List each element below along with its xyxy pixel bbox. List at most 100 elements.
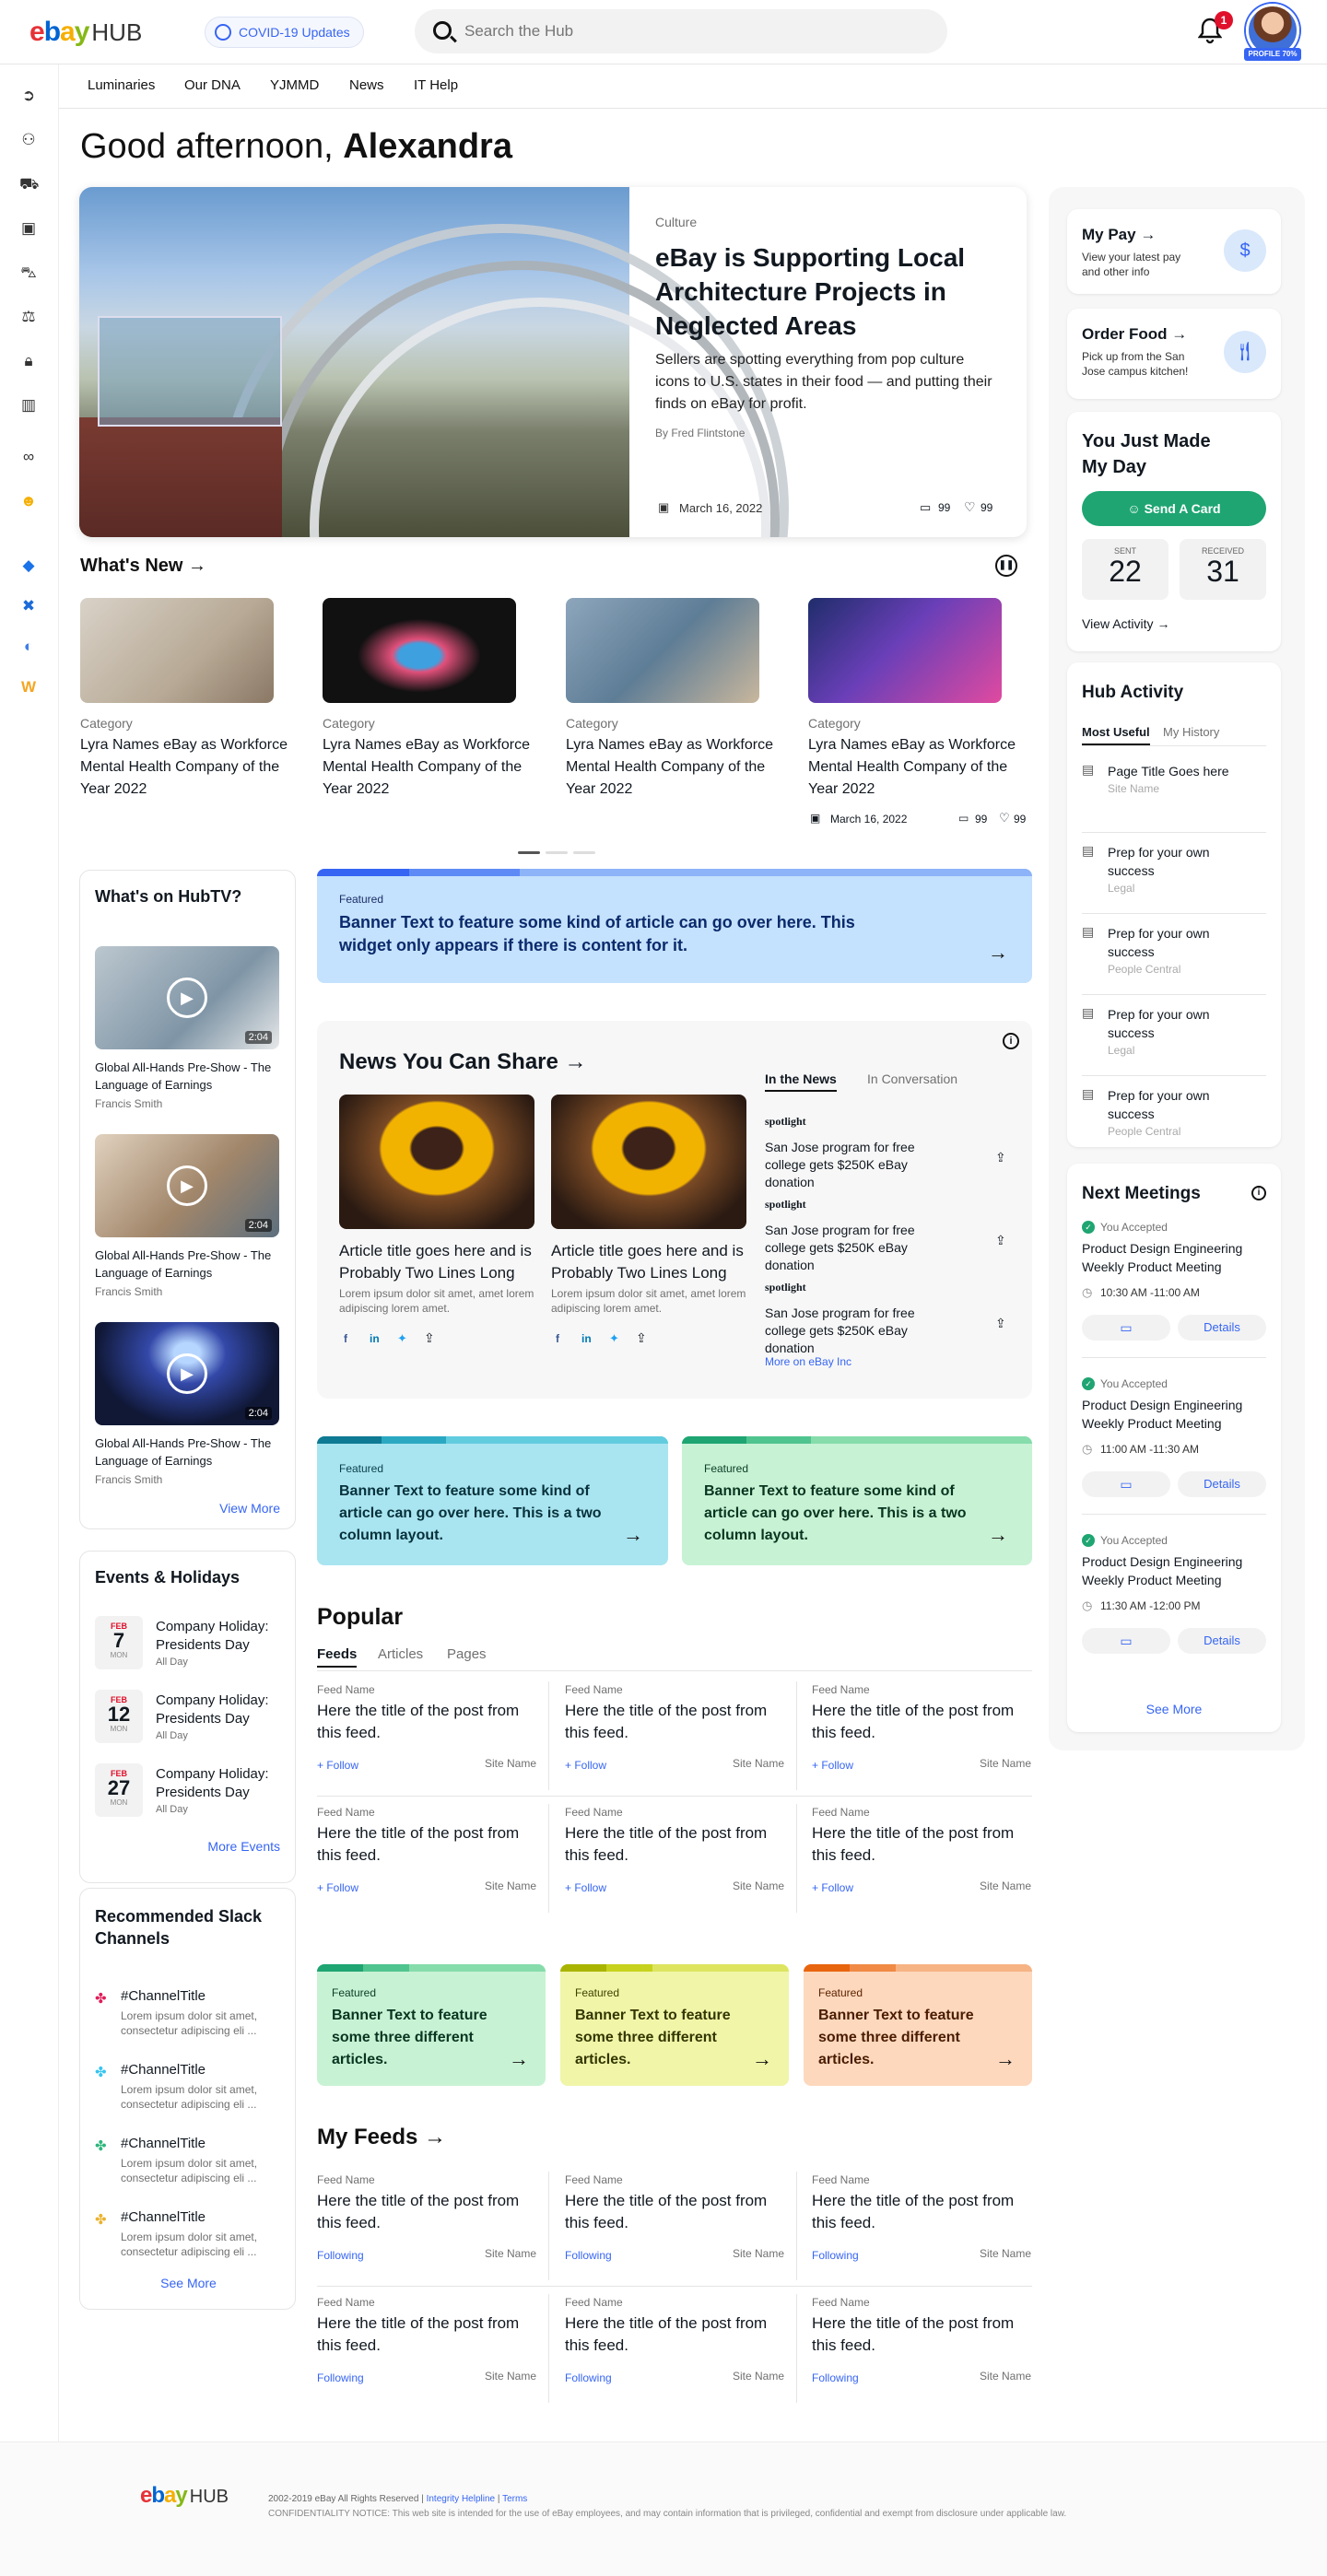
nav-luminaries[interactable]: Luminaries: [88, 77, 155, 93]
my-pay-card[interactable]: My Pay → View your latest pay and other …: [1067, 209, 1281, 294]
see-more-link[interactable]: See More: [1067, 1702, 1281, 1716]
terms-link[interactable]: Terms: [502, 2494, 527, 2504]
more-events-link[interactable]: More Events: [207, 1839, 280, 1854]
featured-banner[interactable]: Featured Banner Text to feature some kin…: [317, 1436, 668, 1565]
share-icon[interactable]: ⇪: [424, 1330, 435, 1346]
activity-item-title[interactable]: Prep for your own success: [1108, 1086, 1255, 1123]
featured-banner[interactable]: Featured Banner Text to feature some kin…: [317, 869, 1032, 983]
whats-new-image-4[interactable]: [808, 598, 1002, 703]
my-feeds-title[interactable]: My Feeds →: [317, 2125, 446, 2150]
link-icon[interactable]: ∞: [19, 448, 38, 466]
feed-post-title[interactable]: Here the title of the post from this fee…: [812, 1822, 1024, 1867]
meeting-title[interactable]: Product Design Engineering Weekly Produc…: [1082, 1396, 1266, 1433]
comment-icon[interactable]: ▭: [920, 500, 931, 515]
emoji-icon[interactable]: ☻: [19, 492, 38, 510]
event-title[interactable]: Company Holiday: Presidents Day: [156, 1765, 285, 1802]
whats-new-image-1[interactable]: [80, 598, 274, 703]
feed-post-title[interactable]: Here the title of the post from this fee…: [812, 2313, 1024, 2357]
activity-item-title[interactable]: Prep for your own success: [1108, 1005, 1255, 1042]
feed-post-title[interactable]: Here the title of the post from this fee…: [812, 1700, 1024, 1744]
info-icon[interactable]: i: [1251, 1186, 1266, 1200]
feed-post-title[interactable]: Here the title of the post from this fee…: [565, 2190, 777, 2234]
view-activity-link[interactable]: View Activity →: [1082, 616, 1169, 631]
details-button[interactable]: Details: [1178, 1628, 1266, 1654]
tab-feeds[interactable]: Feeds: [317, 1646, 358, 1668]
search-input[interactable]: [464, 9, 925, 53]
nav-yjmmd[interactable]: YJMMD: [270, 77, 319, 93]
view-more-link[interactable]: View More: [219, 1501, 280, 1516]
feed-post-title[interactable]: Here the title of the post from this fee…: [812, 2190, 1024, 2234]
follow-button[interactable]: + Follow: [812, 1881, 853, 1894]
slack-channel-name[interactable]: #ChannelTitle: [121, 2136, 206, 2151]
whats-new-title-1[interactable]: Lyra Names eBay as Workforce Mental Heal…: [80, 734, 301, 801]
news-item-title[interactable]: San Jose program for free college gets $…: [765, 1222, 940, 1274]
share-icon[interactable]: ⇪: [995, 1316, 1006, 1331]
video-title[interactable]: Global All-Hands Pre-Show - The Language…: [95, 1247, 284, 1282]
tab-my-history[interactable]: My History: [1163, 725, 1219, 739]
featured-banner[interactable]: Featured Banner Text to feature some kin…: [682, 1436, 1032, 1565]
follow-button[interactable]: Following: [565, 2249, 612, 2262]
share-icon[interactable]: ⇪: [995, 1150, 1006, 1165]
scale-icon[interactable]: ⚖: [19, 308, 38, 326]
people-icon[interactable]: ⚇: [19, 131, 38, 149]
feed-post-title[interactable]: Here the title of the post from this fee…: [317, 1822, 529, 1867]
video-call-button[interactable]: ▭: [1082, 1471, 1170, 1497]
slack-channel-name[interactable]: #ChannelTitle: [121, 2062, 206, 2078]
car-icon[interactable]: ⛍: [19, 263, 38, 282]
building-icon[interactable]: ▥: [19, 396, 38, 415]
carousel-dot-active[interactable]: [518, 851, 540, 854]
details-button[interactable]: Details: [1178, 1315, 1266, 1341]
share-icon[interactable]: ⇪: [995, 1233, 1006, 1248]
follow-button[interactable]: + Follow: [317, 1759, 358, 1772]
facebook-icon[interactable]: f: [556, 1332, 559, 1345]
feed-post-title[interactable]: Here the title of the post from this fee…: [565, 1700, 777, 1744]
linkedin-icon[interactable]: in: [370, 1332, 380, 1345]
ebay-hub-logo[interactable]: ebay HUB: [140, 2483, 229, 2509]
heart-icon[interactable]: ♡: [999, 811, 1010, 825]
tab-articles[interactable]: Articles: [378, 1646, 423, 1662]
video-thumbnail[interactable]: ▶ 2:04: [95, 946, 279, 1049]
whats-new-title-3[interactable]: Lyra Names eBay as Workforce Mental Heal…: [566, 734, 787, 801]
featured-banner[interactable]: Featured Banner Text to feature some thr…: [560, 1964, 789, 2086]
feed-post-title[interactable]: Here the title of the post from this fee…: [565, 1822, 777, 1867]
order-food-card[interactable]: Order Food → Pick up from the San Jose c…: [1067, 309, 1281, 399]
slack-channel-name[interactable]: #ChannelTitle: [121, 1988, 206, 2004]
video-title[interactable]: Global All-Hands Pre-Show - The Language…: [95, 1059, 284, 1094]
workday-icon[interactable]: W: [19, 678, 38, 697]
confluence-icon[interactable]: ✖: [19, 597, 38, 615]
video-call-button[interactable]: ▭: [1082, 1315, 1170, 1341]
send-card-button[interactable]: ☺ Send A Card: [1082, 491, 1266, 526]
linkedin-icon[interactable]: in: [581, 1332, 592, 1345]
truck-icon[interactable]: ⛟: [19, 175, 39, 193]
follow-button[interactable]: Following: [812, 2371, 859, 2384]
diamond-app-icon[interactable]: ◆: [19, 556, 38, 575]
follow-button[interactable]: Following: [812, 2249, 859, 2262]
see-more-link[interactable]: See More: [80, 2276, 297, 2290]
follow-button[interactable]: + Follow: [565, 1881, 606, 1894]
comment-icon[interactable]: ▭: [958, 812, 969, 825]
feed-post-title[interactable]: Here the title of the post from this fee…: [317, 2190, 529, 2234]
whats-new-image-2[interactable]: [323, 598, 516, 703]
feed-post-title[interactable]: Here the title of the post from this fee…: [565, 2313, 777, 2357]
news-card-title[interactable]: Article title goes here and is Probably …: [551, 1240, 749, 1284]
carousel-dot[interactable]: [573, 851, 595, 854]
featured-banner[interactable]: Featured Banner Text to feature some thr…: [317, 1964, 546, 2086]
arrow-right-circle-icon[interactable]: ➲: [19, 87, 38, 105]
carousel-dot[interactable]: [546, 851, 568, 854]
lock-icon[interactable]: 🔒︎: [19, 352, 38, 370]
video-call-button[interactable]: ▭: [1082, 1628, 1170, 1654]
follow-button[interactable]: + Follow: [812, 1759, 853, 1772]
hero-title[interactable]: eBay is Supporting Local Architecture Pr…: [655, 240, 996, 343]
news-item-title[interactable]: San Jose program for free college gets $…: [765, 1139, 940, 1191]
share-icon[interactable]: ⇪: [636, 1330, 647, 1346]
follow-button[interactable]: + Follow: [317, 1881, 358, 1894]
news-card-title[interactable]: Article title goes here and is Probably …: [339, 1240, 537, 1284]
nav-it-help[interactable]: IT Help: [414, 77, 458, 93]
tab-pages[interactable]: Pages: [447, 1646, 487, 1662]
activity-item-title[interactable]: Prep for your own success: [1108, 924, 1255, 961]
whats-new-title-4[interactable]: Lyra Names eBay as Workforce Mental Heal…: [808, 734, 1029, 801]
video-thumbnail[interactable]: ▶ 2:04: [95, 1322, 279, 1425]
event-title[interactable]: Company Holiday: Presidents Day: [156, 1618, 285, 1655]
nav-our-dna[interactable]: Our DNA: [184, 77, 241, 93]
briefcase-icon[interactable]: ▣: [19, 219, 38, 238]
